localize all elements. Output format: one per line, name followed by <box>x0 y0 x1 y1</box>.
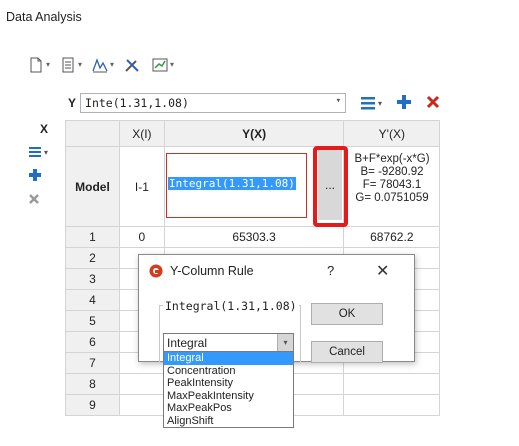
dropdown-option-integral[interactable]: Integral <box>164 352 293 365</box>
empty-cell <box>440 332 519 353</box>
row-number: 3 <box>65 268 120 290</box>
empty-cell <box>440 290 519 311</box>
close-button[interactable]: ✕ <box>376 261 389 281</box>
row-number: 5 <box>65 310 120 332</box>
new-document-icon[interactable] <box>28 57 44 73</box>
peak-tool-icon[interactable] <box>92 57 108 73</box>
dropdown-option-maxpeakpos[interactable]: MaxPeakPos <box>164 402 293 415</box>
ycolumn-label: Y <box>68 96 77 110</box>
x-cell[interactable] <box>118 373 165 395</box>
model-y-editor[interactable]: Integral(1.31,1.08) <box>168 177 296 190</box>
row-number: 2 <box>65 247 120 269</box>
dropdown-option-maxpeakintensity[interactable]: MaxPeakIntensity <box>164 390 293 403</box>
column-header-x[interactable]: X(I) <box>118 120 165 147</box>
empty-cell <box>440 395 519 416</box>
menu-icon[interactable]: ▾ <box>360 96 382 110</box>
row-number: 9 <box>65 394 120 416</box>
add-icon[interactable] <box>28 168 60 185</box>
chevron-down-icon[interactable]: ▾ <box>46 57 50 73</box>
menu-icon[interactable]: ▾ <box>28 146 60 158</box>
x-label: X <box>39 122 48 136</box>
dropdown-option-alignshift[interactable]: AlignShift <box>164 415 293 428</box>
corner-cell <box>65 120 120 147</box>
row-number: 8 <box>65 373 120 395</box>
document-list-icon[interactable] <box>60 57 76 73</box>
row-number: 6 <box>65 331 120 353</box>
column-header-yprime[interactable]: Y'(X) <box>343 120 441 147</box>
yprime-cell[interactable] <box>343 394 441 416</box>
left-panel: X ▾ <box>28 122 60 208</box>
model-formula: B+F*exp(-x*G) B= -9280.92 F= 78043.1 G= … <box>346 153 438 205</box>
chevron-down-icon[interactable]: ▾ <box>78 57 82 73</box>
dialog-title: Y-Column Rule <box>170 264 254 278</box>
empty-cell <box>440 248 519 269</box>
empty-header <box>439 120 519 147</box>
table-row: 1 0 65303.3 68762.2 <box>65 226 519 248</box>
app-title: Data Analysis <box>6 10 82 24</box>
formula-line: F= 78043.1 <box>362 179 422 191</box>
ycolumn-value: Inte(1.31,1.08) <box>85 96 189 110</box>
ok-button[interactable]: OK <box>311 303 383 325</box>
model-x-cell[interactable]: I-1 <box>118 146 165 227</box>
add-icon[interactable] <box>396 94 412 113</box>
row-number: 1 <box>65 226 120 248</box>
formula-line: B+F*exp(-x*G) <box>354 153 430 165</box>
group-label: Integral(1.31,1.08) <box>163 299 299 313</box>
chevron-down-icon[interactable]: ▾ <box>277 334 293 351</box>
row-number: 4 <box>65 289 120 311</box>
delete-icon[interactable] <box>28 193 60 208</box>
formula-line: G= 0.0751059 <box>355 192 429 204</box>
ellipsis-highlight <box>313 146 348 227</box>
chevron-down-icon: ▾ <box>335 96 342 106</box>
tools-icon[interactable] <box>124 57 140 73</box>
ycolumn-select[interactable]: Inte(1.31,1.08) ▾ <box>80 93 347 113</box>
ycolumn-rule-dialog: Y-Column Rule ? ✕ Integral(1.31,1.08) In… <box>138 254 415 363</box>
cancel-button[interactable]: Cancel <box>311 341 383 363</box>
row-number: 7 <box>65 352 120 374</box>
empty-cell <box>440 374 519 395</box>
x-cell[interactable] <box>118 394 165 416</box>
empty-cell <box>440 147 519 227</box>
header-row: X(I) Y(X) Y'(X) <box>65 120 519 147</box>
chevron-down-icon[interactable]: ▾ <box>110 57 114 73</box>
yprime-cell[interactable] <box>343 373 441 395</box>
rule-combo[interactable]: Integral ▾ <box>163 333 294 352</box>
column-header-y[interactable]: Y(X) <box>163 120 345 147</box>
y-cell[interactable]: 65303.3 <box>163 226 345 248</box>
main-toolbar: ▾ ▾ ▾ ▾ <box>28 55 184 75</box>
empty-cell <box>440 353 519 374</box>
empty-cell <box>440 227 519 248</box>
chevron-down-icon[interactable]: ▾ <box>170 57 174 73</box>
formula-line: B= -9280.92 <box>360 166 424 178</box>
combo-value: Integral <box>167 336 208 350</box>
model-row-label: Model <box>65 146 120 227</box>
x-cell[interactable]: 0 <box>118 226 165 248</box>
app-logo-icon <box>149 264 163 278</box>
delete-icon[interactable] <box>426 95 440 112</box>
rule-dropdown-list: Integral Concentration PeakIntensity Max… <box>163 351 294 428</box>
empty-cell <box>440 269 519 290</box>
empty-cell <box>440 311 519 332</box>
dropdown-option-concentration[interactable]: Concentration <box>164 365 293 378</box>
yprime-cell[interactable]: 68762.2 <box>343 226 441 248</box>
dropdown-option-peakintensity[interactable]: PeakIntensity <box>164 377 293 390</box>
ycolumn-bar: Y Inte(1.31,1.08) ▾ ▾ <box>68 92 440 114</box>
help-button[interactable]: ? <box>327 263 334 278</box>
chart-icon[interactable] <box>152 57 168 73</box>
